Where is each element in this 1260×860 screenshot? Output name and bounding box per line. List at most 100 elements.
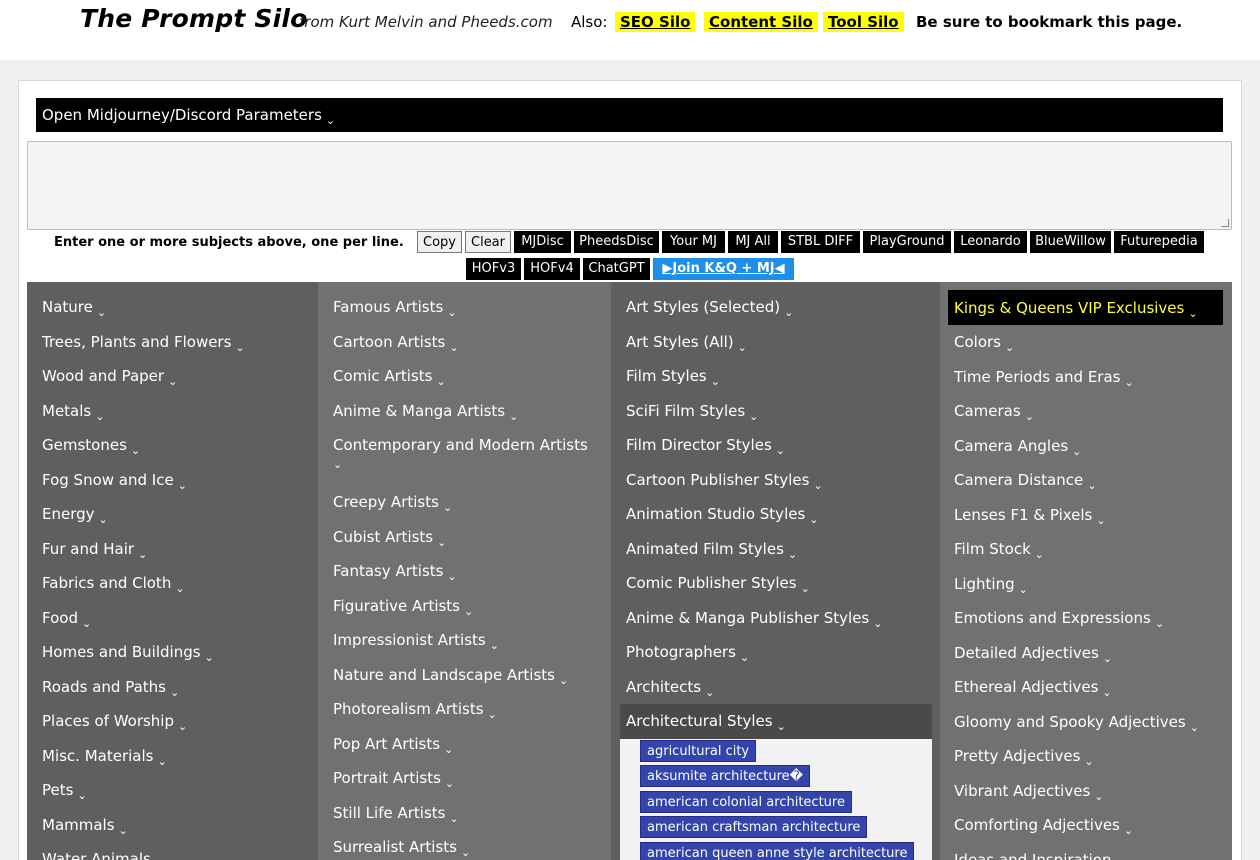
category-scifi-film-styles[interactable]: SciFi Film Styles ⌄ bbox=[626, 402, 758, 423]
content-silo-link[interactable]: Content Silo bbox=[704, 12, 818, 32]
your-mj-button[interactable]: Your MJ bbox=[662, 231, 725, 253]
category-homes-and-buildings[interactable]: Homes and Buildings ⌄ bbox=[42, 643, 214, 664]
params-toggle[interactable]: Open Midjourney/Discord Parameters ⌄ bbox=[36, 98, 1223, 132]
category-roads-and-paths[interactable]: Roads and Paths ⌄ bbox=[42, 678, 179, 699]
category-cartoon-artists[interactable]: Cartoon Artists ⌄ bbox=[333, 333, 459, 354]
category-art-styles-selected[interactable]: Art Styles (Selected) ⌄ bbox=[626, 298, 793, 319]
clear-button[interactable]: Clear bbox=[465, 231, 511, 253]
category-energy[interactable]: Energy ⌄ bbox=[42, 505, 108, 526]
category-lenses-f1-pixels[interactable]: Lenses F1 & Pixels ⌄ bbox=[954, 506, 1106, 527]
stbl-diff-button[interactable]: STBL DIFF bbox=[781, 231, 860, 253]
category-famous-artists[interactable]: Famous Artists ⌄ bbox=[333, 298, 457, 319]
chevron-down-icon: ⌄ bbox=[1084, 755, 1094, 768]
category-cartoon-publisher-styles[interactable]: Cartoon Publisher Styles ⌄ bbox=[626, 471, 823, 492]
tool-silo-link[interactable]: Tool Silo bbox=[823, 12, 904, 32]
hofv4-button[interactable]: HOFv4 bbox=[524, 258, 580, 280]
category-figurative-artists[interactable]: Figurative Artists ⌄ bbox=[333, 597, 473, 618]
style-tag[interactable]: aksumite architecture� bbox=[640, 765, 810, 787]
category-gloomy-and-spooky-adjectives[interactable]: Gloomy and Spooky Adjectives ⌄ bbox=[954, 713, 1199, 734]
chevron-down-icon: ⌄ bbox=[737, 340, 747, 354]
category-architectural-styles[interactable]: Architectural Styles ⌄ bbox=[626, 712, 786, 733]
category-metals[interactable]: Metals ⌄ bbox=[42, 402, 105, 423]
category-contemporary-and-modern-artists[interactable]: Contemporary and Modern Artists ⌄ bbox=[333, 436, 588, 471]
category-photorealism-artists[interactable]: Photorealism Artists ⌄ bbox=[333, 700, 497, 721]
chevron-down-icon: ⌄ bbox=[175, 582, 185, 595]
style-tag[interactable]: american queen anne style architecture bbox=[640, 842, 915, 860]
category-ideas-and-inspiration[interactable]: Ideas and Inspiration⌄ bbox=[954, 851, 1125, 860]
category-food[interactable]: Food ⌄ bbox=[42, 608, 91, 630]
seo-silo-link[interactable]: SEO Silo bbox=[615, 12, 696, 32]
category-art-styles-all[interactable]: Art Styles (All) ⌄ bbox=[626, 333, 747, 354]
category-fantasy-artists[interactable]: Fantasy Artists ⌄ bbox=[333, 562, 457, 583]
category-pets[interactable]: Pets ⌄ bbox=[42, 781, 87, 802]
mjdisc-button[interactable]: MJDisc bbox=[514, 231, 571, 253]
category-pop-art-artists[interactable]: Pop Art Artists ⌄ bbox=[333, 735, 453, 756]
join-kq-mj-button[interactable]: ▶Join K&Q + MJ◀ bbox=[653, 258, 794, 280]
category-film-styles[interactable]: Film Styles ⌄ bbox=[626, 367, 720, 388]
category-label: Anime & Manga Publisher Styles bbox=[626, 608, 870, 627]
category-vibrant-adjectives[interactable]: Vibrant Adjectives ⌄ bbox=[954, 782, 1104, 803]
category-pretty-adjectives[interactable]: Pretty Adjectives ⌄ bbox=[954, 747, 1094, 768]
category-fur-and-hair[interactable]: Fur and Hair ⌄ bbox=[42, 540, 147, 561]
style-tag[interactable]: agricultural city bbox=[640, 740, 757, 762]
category-impressionist-artists[interactable]: Impressionist Artists ⌄ bbox=[333, 631, 499, 652]
category-places-of-worship[interactable]: Places of Worship ⌄ bbox=[42, 712, 187, 733]
style-tag[interactable]: american craftsman architecture bbox=[640, 816, 868, 838]
category-label: Food bbox=[42, 608, 78, 627]
mj-all-button[interactable]: MJ All bbox=[728, 231, 778, 253]
category-misc-materials[interactable]: Misc. Materials ⌄ bbox=[42, 747, 167, 768]
category-colors[interactable]: Colors ⌄ bbox=[954, 333, 1014, 354]
category-time-periods-and-eras[interactable]: Time Periods and Eras ⌄ bbox=[954, 368, 1134, 389]
category-water-animals[interactable]: Water Animals⌄ bbox=[42, 850, 164, 860]
category-trees-plants-and-flowers[interactable]: Trees, Plants and Flowers ⌄ bbox=[42, 333, 245, 354]
category-creepy-artists[interactable]: Creepy Artists ⌄ bbox=[333, 493, 452, 514]
category-animated-film-styles[interactable]: Animated Film Styles ⌄ bbox=[626, 540, 797, 561]
category-camera-angles[interactable]: Camera Angles ⌄ bbox=[954, 437, 1081, 458]
style-tag[interactable]: american colonial architecture bbox=[640, 791, 852, 813]
resize-handle-icon[interactable] bbox=[1221, 219, 1229, 227]
category-film-director-styles[interactable]: Film Director Styles ⌄ bbox=[626, 436, 785, 457]
category-photographers[interactable]: Photographers ⌄ bbox=[626, 643, 749, 664]
category-nature[interactable]: Nature ⌄ bbox=[42, 298, 106, 319]
category-emotions-and-expressions[interactable]: Emotions and Expressions ⌄ bbox=[954, 609, 1164, 630]
category-fog-snow-and-ice[interactable]: Fog Snow and Ice ⌄ bbox=[42, 471, 187, 492]
category-cameras[interactable]: Cameras ⌄ bbox=[954, 402, 1034, 423]
category-portrait-artists[interactable]: Portrait Artists ⌄ bbox=[333, 769, 454, 790]
category-nature-and-landscape-artists[interactable]: Nature and Landscape Artists ⌄ bbox=[333, 666, 568, 687]
category-comforting-adjectives[interactable]: Comforting Adjectives ⌄ bbox=[954, 816, 1133, 837]
category-comic-publisher-styles[interactable]: Comic Publisher Styles ⌄ bbox=[626, 574, 810, 595]
category-detailed-adjectives[interactable]: Detailed Adjectives ⌄ bbox=[954, 644, 1112, 665]
chatgpt-button[interactable]: ChatGPT bbox=[583, 258, 650, 280]
category-architects[interactable]: Architects ⌄ bbox=[626, 678, 714, 699]
playground-button[interactable]: PlayGround bbox=[863, 231, 951, 253]
category-gemstones[interactable]: Gemstones ⌄ bbox=[42, 436, 140, 457]
category-wood-and-paper[interactable]: Wood and Paper ⌄ bbox=[42, 367, 177, 388]
category-label: Famous Artists bbox=[333, 298, 444, 316]
category-camera-distance[interactable]: Camera Distance ⌄ bbox=[954, 471, 1096, 492]
category-lighting[interactable]: Lighting ⌄ bbox=[954, 575, 1028, 596]
category-film-stock[interactable]: Film Stock ⌄ bbox=[954, 540, 1044, 561]
subjects-textarea[interactable] bbox=[27, 141, 1232, 230]
futurepedia-button[interactable]: Futurepedia bbox=[1114, 231, 1204, 253]
category-mammals[interactable]: Mammals ⌄ bbox=[42, 816, 128, 837]
category-surrealist-artists[interactable]: Surrealist Artists ⌄ bbox=[333, 838, 470, 859]
category-fabrics-and-cloth[interactable]: Fabrics and Cloth ⌄ bbox=[42, 574, 185, 595]
category-anime-manga-publisher-styles[interactable]: Anime & Manga Publisher Styles ⌄ bbox=[626, 608, 882, 630]
category-label: Film Director Styles bbox=[626, 436, 772, 454]
pheedsdisc-button[interactable]: PheedsDisc bbox=[574, 231, 659, 253]
category-animation-studio-styles[interactable]: Animation Studio Styles ⌄ bbox=[626, 505, 819, 526]
category-still-life-artists[interactable]: Still Life Artists ⌄ bbox=[333, 804, 459, 825]
category-comic-artists[interactable]: Comic Artists ⌄ bbox=[333, 367, 446, 388]
category-anime-manga-artists[interactable]: Anime & Manga Artists ⌄ bbox=[333, 402, 518, 423]
chevron-down-icon: ⌄ bbox=[1096, 513, 1106, 527]
hofv3-button[interactable]: HOFv3 bbox=[466, 258, 521, 280]
category-ethereal-adjectives[interactable]: Ethereal Adjectives ⌄ bbox=[954, 678, 1112, 699]
leonardo-button[interactable]: Leonardo bbox=[954, 231, 1027, 253]
category-cubist-artists[interactable]: Cubist Artists ⌄ bbox=[333, 528, 446, 549]
chevron-down-icon: ⌄ bbox=[800, 582, 810, 595]
chevron-down-icon: ⌄ bbox=[95, 409, 105, 423]
bluewillow-button[interactable]: BlueWillow bbox=[1030, 231, 1111, 253]
copy-button[interactable]: Copy bbox=[417, 231, 462, 253]
vip-exclusives-toggle[interactable]: Kings & Queens VIP Exclusives ⌄ bbox=[948, 290, 1223, 325]
category-label: Surrealist Artists bbox=[333, 838, 457, 856]
